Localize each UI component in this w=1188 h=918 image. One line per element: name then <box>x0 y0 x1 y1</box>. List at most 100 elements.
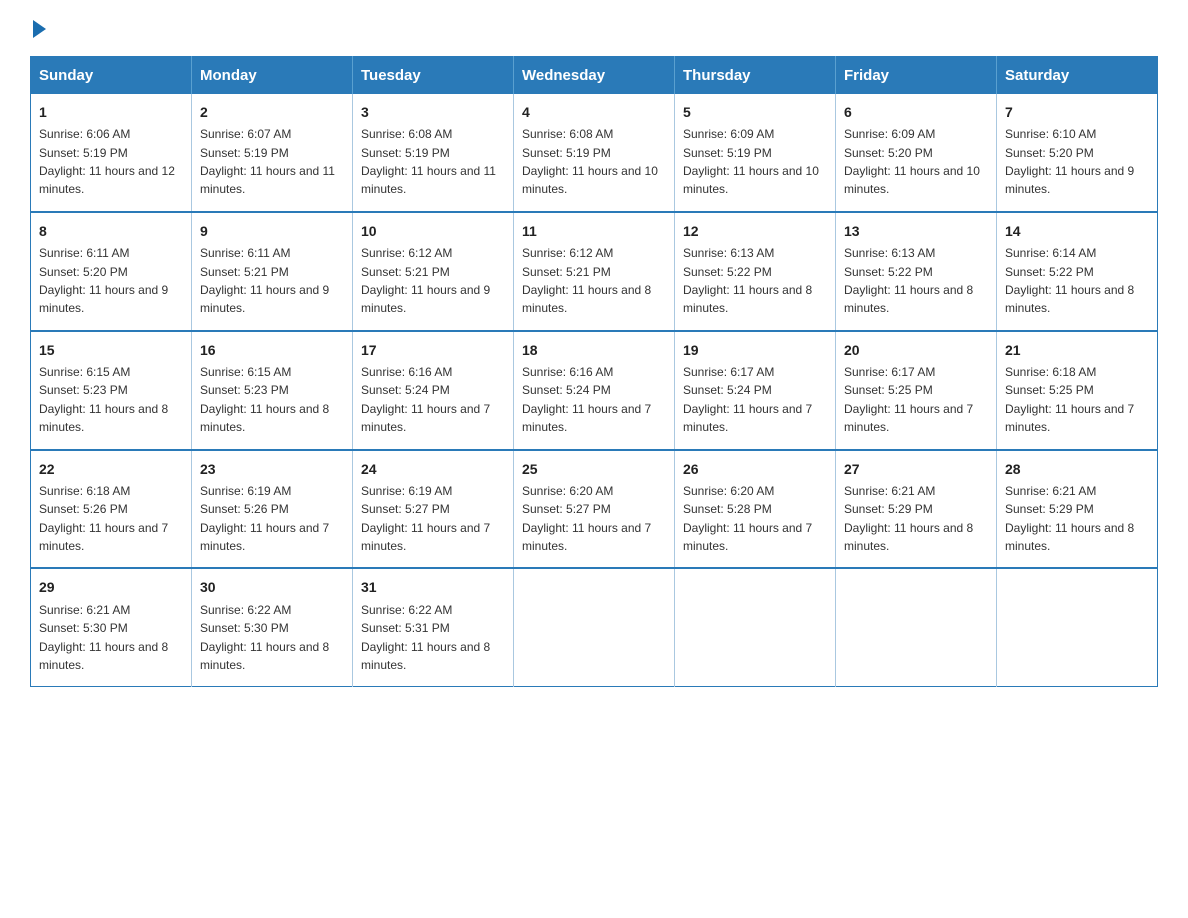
calendar-cell: 8 Sunrise: 6:11 AMSunset: 5:20 PMDaylight… <box>31 212 192 331</box>
calendar-cell: 19Sunrise: 6:17 AMSunset: 5:24 PMDayligh… <box>675 331 836 450</box>
calendar-cell: 3 Sunrise: 6:08 AMSunset: 5:19 PMDaylight… <box>353 94 514 212</box>
day-number: 22 <box>39 459 183 479</box>
calendar-week-row: 1 Sunrise: 6:06 AMSunset: 5:19 PMDaylight… <box>31 94 1158 212</box>
calendar-cell: 25Sunrise: 6:20 AMSunset: 5:27 PMDayligh… <box>514 450 675 569</box>
calendar-cell <box>675 568 836 686</box>
day-number: 11 <box>522 221 666 241</box>
header-day-tuesday: Tuesday <box>353 57 514 95</box>
day-number: 15 <box>39 340 183 360</box>
calendar-cell <box>514 568 675 686</box>
calendar-cell: 26 Sunrise: 6:20 AMSunset: 5:28 PMDayligh… <box>675 450 836 569</box>
day-info: Sunrise: 6:12 AMSunset: 5:21 PMDaylight:… <box>361 246 490 315</box>
calendar-cell: 29 Sunrise: 6:21 AMSunset: 5:30 PMDayligh… <box>31 568 192 686</box>
day-info: Sunrise: 6:21 AMSunset: 5:29 PMDaylight:… <box>844 484 973 553</box>
day-info: Sunrise: 6:19 AMSunset: 5:26 PMDaylight:… <box>200 484 329 553</box>
day-info: Sunrise: 6:21 AMSunset: 5:30 PMDaylight:… <box>39 603 168 672</box>
day-number: 13 <box>844 221 988 241</box>
day-info: Sunrise: 6:16 AMSunset: 5:24 PMDaylight:… <box>361 365 490 434</box>
day-number: 26 <box>683 459 827 479</box>
day-info: Sunrise: 6:08 AMSunset: 5:19 PMDaylight:… <box>361 127 496 196</box>
day-number: 19 <box>683 340 827 360</box>
page-header <box>30 20 1158 38</box>
day-info: Sunrise: 6:09 AMSunset: 5:19 PMDaylight:… <box>683 127 819 196</box>
logo-triangle-icon <box>33 20 46 38</box>
calendar-cell: 7 Sunrise: 6:10 AMSunset: 5:20 PMDaylight… <box>997 94 1158 212</box>
calendar-cell: 4 Sunrise: 6:08 AMSunset: 5:19 PMDaylight… <box>514 94 675 212</box>
logo <box>30 20 46 38</box>
day-info: Sunrise: 6:11 AMSunset: 5:20 PMDaylight:… <box>39 246 168 315</box>
day-info: Sunrise: 6:22 AMSunset: 5:30 PMDaylight:… <box>200 603 329 672</box>
header-day-friday: Friday <box>836 57 997 95</box>
day-info: Sunrise: 6:11 AMSunset: 5:21 PMDaylight:… <box>200 246 329 315</box>
day-number: 21 <box>1005 340 1149 360</box>
day-number: 6 <box>844 102 988 122</box>
calendar-cell <box>836 568 997 686</box>
day-info: Sunrise: 6:21 AMSunset: 5:29 PMDaylight:… <box>1005 484 1134 553</box>
calendar-week-row: 8 Sunrise: 6:11 AMSunset: 5:20 PMDaylight… <box>31 212 1158 331</box>
calendar-cell: 31 Sunrise: 6:22 AMSunset: 5:31 PMDayligh… <box>353 568 514 686</box>
calendar-cell <box>997 568 1158 686</box>
day-info: Sunrise: 6:13 AMSunset: 5:22 PMDaylight:… <box>844 246 973 315</box>
day-info: Sunrise: 6:18 AMSunset: 5:25 PMDaylight:… <box>1005 365 1134 434</box>
day-info: Sunrise: 6:14 AMSunset: 5:22 PMDaylight:… <box>1005 246 1134 315</box>
day-number: 8 <box>39 221 183 241</box>
calendar-cell: 11 Sunrise: 6:12 AMSunset: 5:21 PMDayligh… <box>514 212 675 331</box>
day-info: Sunrise: 6:09 AMSunset: 5:20 PMDaylight:… <box>844 127 980 196</box>
day-number: 14 <box>1005 221 1149 241</box>
day-info: Sunrise: 6:18 AMSunset: 5:26 PMDaylight:… <box>39 484 168 553</box>
day-number: 12 <box>683 221 827 241</box>
day-info: Sunrise: 6:13 AMSunset: 5:22 PMDaylight:… <box>683 246 812 315</box>
header-day-thursday: Thursday <box>675 57 836 95</box>
day-info: Sunrise: 6:20 AMSunset: 5:28 PMDaylight:… <box>683 484 812 553</box>
calendar-cell: 2 Sunrise: 6:07 AMSunset: 5:19 PMDaylight… <box>192 94 353 212</box>
calendar-cell: 14 Sunrise: 6:14 AMSunset: 5:22 PMDayligh… <box>997 212 1158 331</box>
calendar-week-row: 15 Sunrise: 6:15 AMSunset: 5:23 PMDayligh… <box>31 331 1158 450</box>
day-info: Sunrise: 6:07 AMSunset: 5:19 PMDaylight:… <box>200 127 335 196</box>
day-number: 9 <box>200 221 344 241</box>
day-number: 18 <box>522 340 666 360</box>
day-number: 10 <box>361 221 505 241</box>
calendar-header-row: SundayMondayTuesdayWednesdayThursdayFrid… <box>31 57 1158 95</box>
calendar-cell: 18 Sunrise: 6:16 AMSunset: 5:24 PMDayligh… <box>514 331 675 450</box>
day-info: Sunrise: 6:19 AMSunset: 5:27 PMDaylight:… <box>361 484 490 553</box>
day-number: 17 <box>361 340 505 360</box>
day-number: 7 <box>1005 102 1149 122</box>
calendar-cell: 13 Sunrise: 6:13 AMSunset: 5:22 PMDayligh… <box>836 212 997 331</box>
day-info: Sunrise: 6:12 AMSunset: 5:21 PMDaylight:… <box>522 246 651 315</box>
calendar-cell: 24 Sunrise: 6:19 AMSunset: 5:27 PMDayligh… <box>353 450 514 569</box>
day-number: 16 <box>200 340 344 360</box>
calendar-cell: 6 Sunrise: 6:09 AMSunset: 5:20 PMDaylight… <box>836 94 997 212</box>
calendar-cell: 23Sunrise: 6:19 AMSunset: 5:26 PMDayligh… <box>192 450 353 569</box>
calendar-week-row: 22 Sunrise: 6:18 AMSunset: 5:26 PMDayligh… <box>31 450 1158 569</box>
day-number: 2 <box>200 102 344 122</box>
day-number: 5 <box>683 102 827 122</box>
day-info: Sunrise: 6:10 AMSunset: 5:20 PMDaylight:… <box>1005 127 1134 196</box>
day-info: Sunrise: 6:15 AMSunset: 5:23 PMDaylight:… <box>39 365 168 434</box>
day-info: Sunrise: 6:08 AMSunset: 5:19 PMDaylight:… <box>522 127 658 196</box>
day-info: Sunrise: 6:16 AMSunset: 5:24 PMDaylight:… <box>522 365 651 434</box>
calendar-cell: 5 Sunrise: 6:09 AMSunset: 5:19 PMDaylight… <box>675 94 836 212</box>
day-number: 29 <box>39 577 183 597</box>
calendar-cell: 27Sunrise: 6:21 AMSunset: 5:29 PMDayligh… <box>836 450 997 569</box>
header-day-monday: Monday <box>192 57 353 95</box>
calendar-cell: 22 Sunrise: 6:18 AMSunset: 5:26 PMDayligh… <box>31 450 192 569</box>
calendar-cell: 30 Sunrise: 6:22 AMSunset: 5:30 PMDayligh… <box>192 568 353 686</box>
day-number: 30 <box>200 577 344 597</box>
day-number: 3 <box>361 102 505 122</box>
day-number: 24 <box>361 459 505 479</box>
day-number: 31 <box>361 577 505 597</box>
day-info: Sunrise: 6:15 AMSunset: 5:23 PMDaylight:… <box>200 365 329 434</box>
calendar-cell: 15 Sunrise: 6:15 AMSunset: 5:23 PMDayligh… <box>31 331 192 450</box>
header-day-sunday: Sunday <box>31 57 192 95</box>
day-info: Sunrise: 6:06 AMSunset: 5:19 PMDaylight:… <box>39 127 175 196</box>
header-day-saturday: Saturday <box>997 57 1158 95</box>
day-info: Sunrise: 6:22 AMSunset: 5:31 PMDaylight:… <box>361 603 490 672</box>
calendar-week-row: 29 Sunrise: 6:21 AMSunset: 5:30 PMDayligh… <box>31 568 1158 686</box>
calendar-cell: 16 Sunrise: 6:15 AMSunset: 5:23 PMDayligh… <box>192 331 353 450</box>
calendar-cell: 12 Sunrise: 6:13 AMSunset: 5:22 PMDayligh… <box>675 212 836 331</box>
day-number: 4 <box>522 102 666 122</box>
logo-blue-text <box>30 20 46 36</box>
calendar-cell: 1 Sunrise: 6:06 AMSunset: 5:19 PMDaylight… <box>31 94 192 212</box>
day-number: 20 <box>844 340 988 360</box>
day-number: 1 <box>39 102 183 122</box>
